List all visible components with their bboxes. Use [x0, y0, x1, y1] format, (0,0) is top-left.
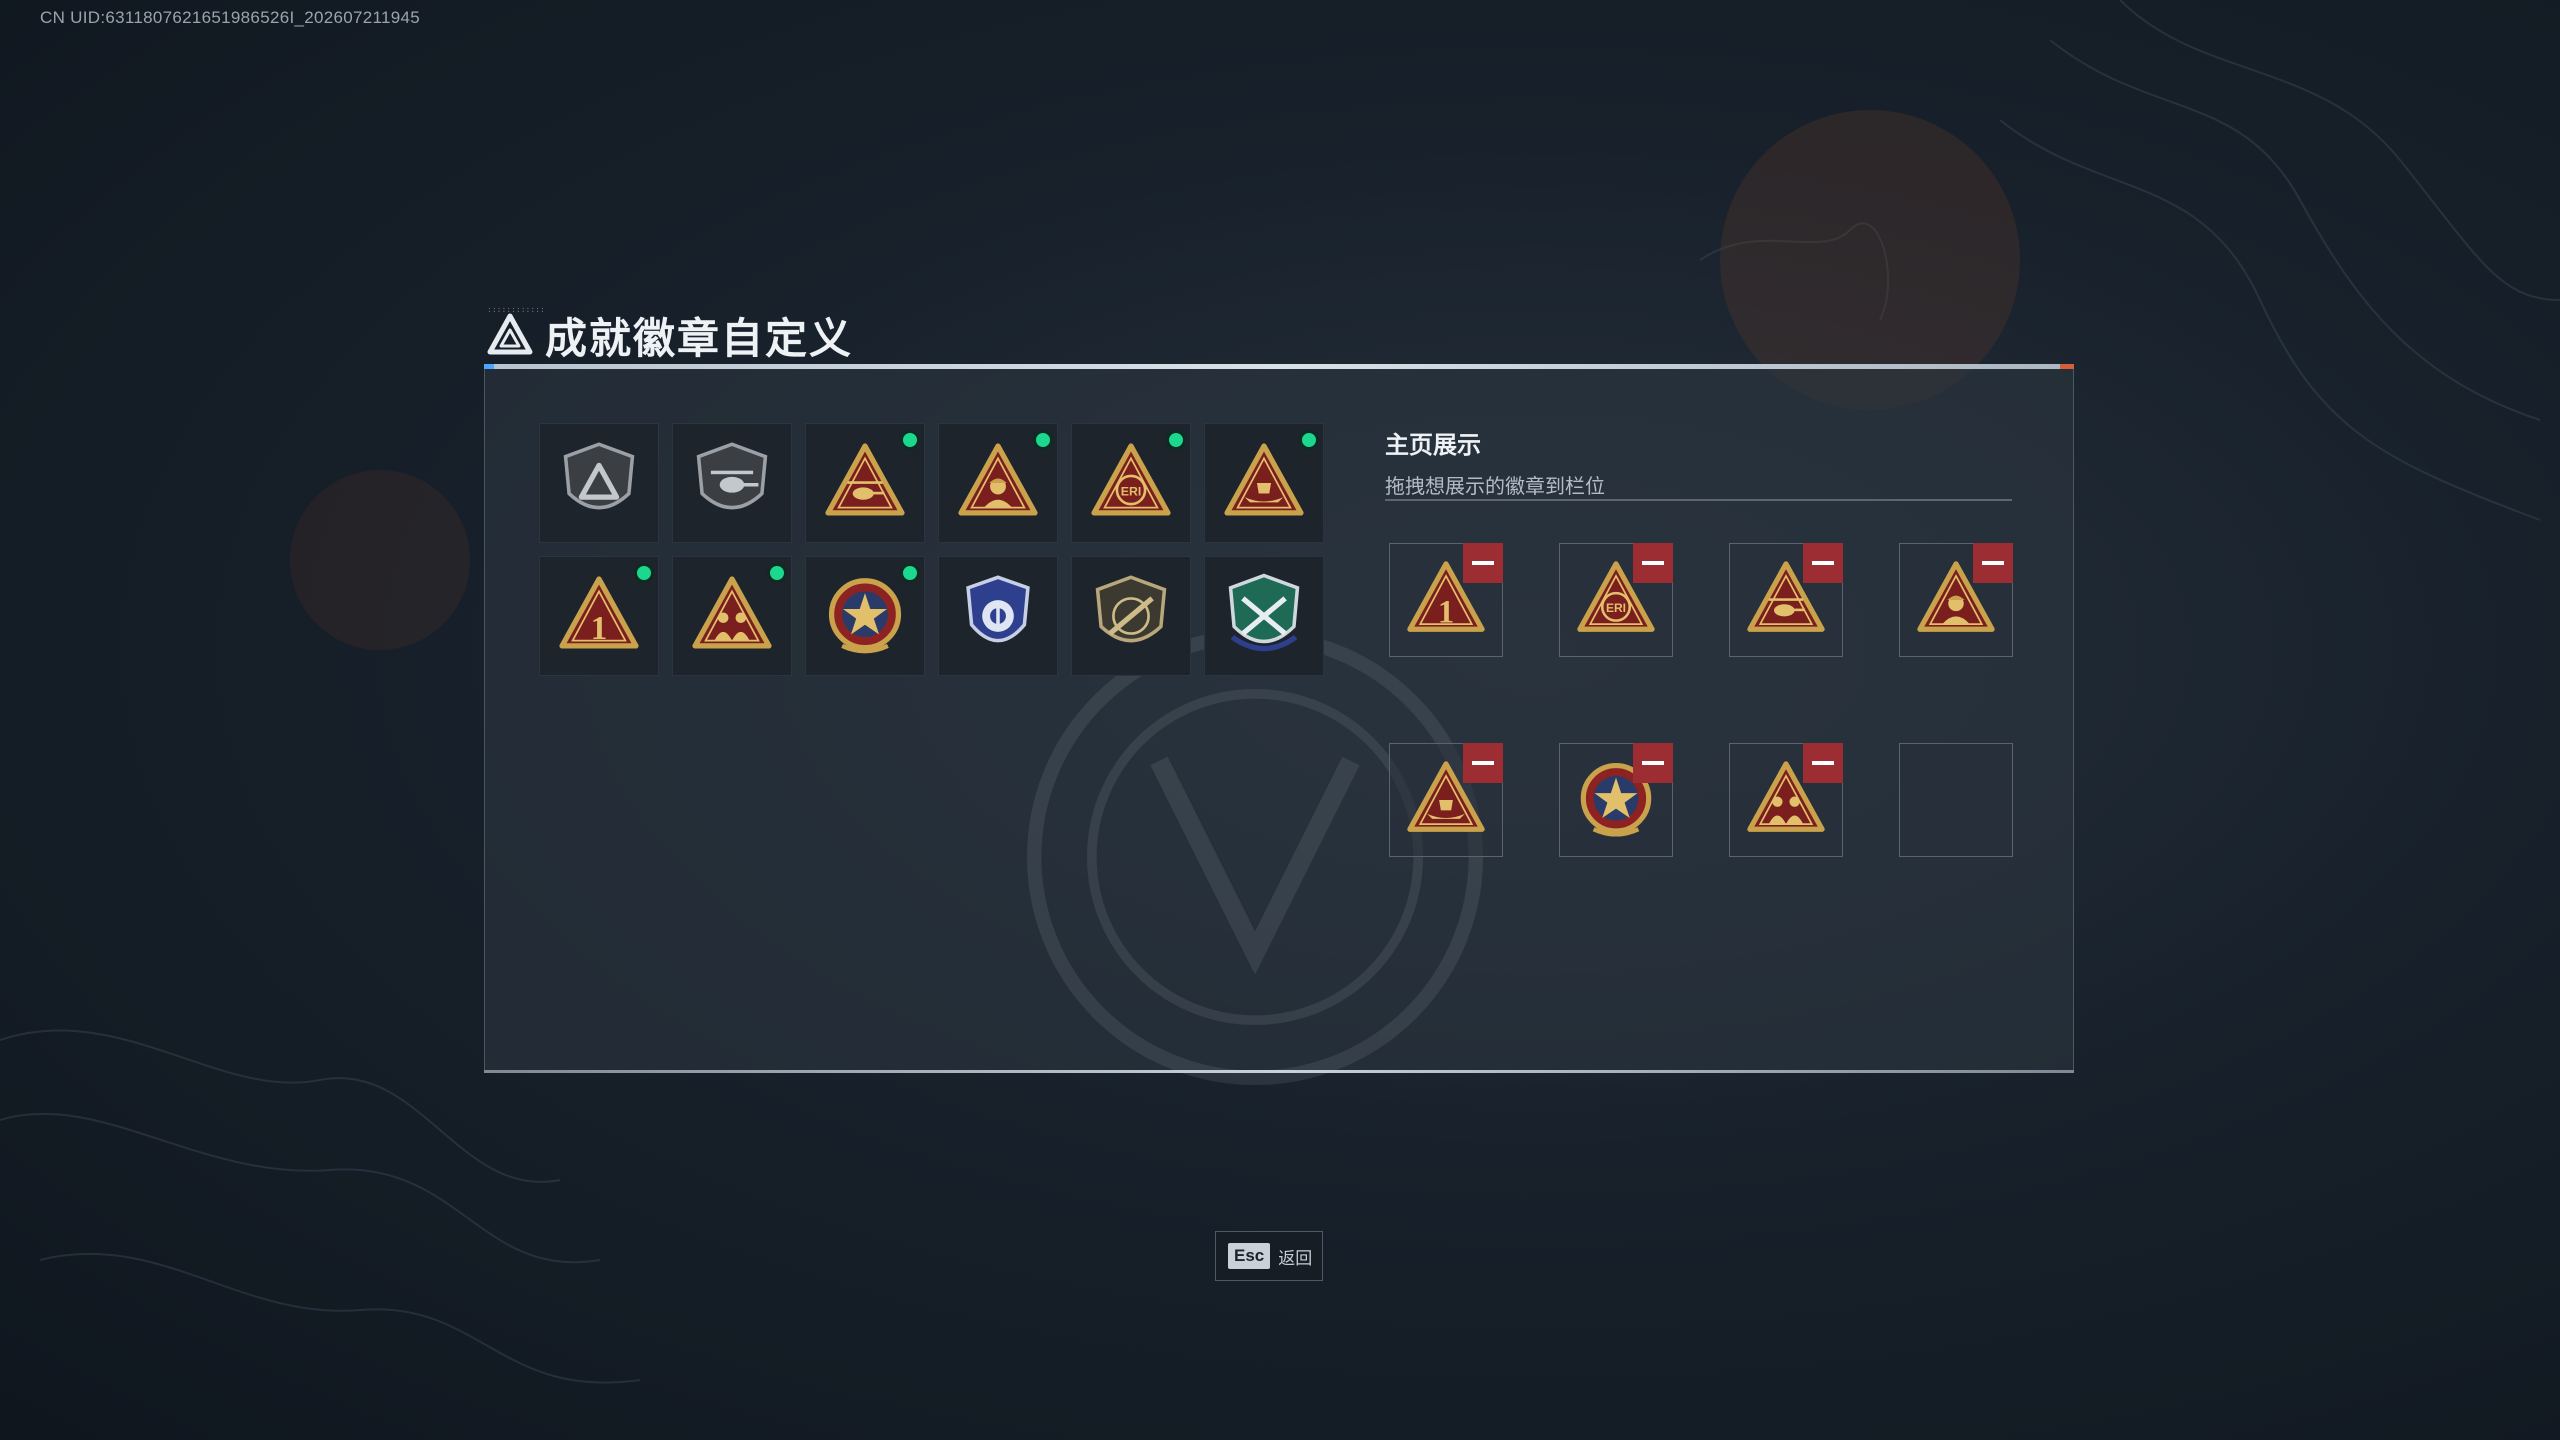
- page-title: 成就徽章自定义: [545, 314, 854, 362]
- back-button[interactable]: Esc 返回: [1215, 1231, 1323, 1281]
- badge-item[interactable]: [1204, 556, 1324, 676]
- showcase-slot[interactable]: [1729, 743, 1843, 857]
- showcase-slot[interactable]: 1: [1389, 543, 1503, 657]
- minus-icon: [1982, 561, 2004, 565]
- showcase-slot[interactable]: [1389, 743, 1503, 857]
- badge-item[interactable]: 1: [539, 556, 659, 676]
- remove-badge-button[interactable]: [1463, 743, 1503, 783]
- badge-item[interactable]: [672, 556, 792, 676]
- badge-item[interactable]: [539, 423, 659, 543]
- gold-triangle-boat-icon: [1224, 443, 1304, 516]
- badge-item[interactable]: [805, 556, 925, 676]
- back-label: 返回: [1278, 1248, 1313, 1268]
- owned-badges-grid: ERI 1: [539, 423, 1324, 676]
- gold-triangle-squad-icon: [692, 576, 772, 649]
- minus-icon: [1472, 561, 1494, 565]
- new-indicator-dot: [1033, 430, 1053, 450]
- new-indicator-dot: [1166, 430, 1186, 450]
- badge-item[interactable]: [805, 423, 925, 543]
- rifle-shield-icon: [1095, 575, 1167, 643]
- star-medal-icon: [828, 578, 902, 654]
- svg-text:ERI: ERI: [1121, 484, 1142, 498]
- uid-label: CN UID:6311807621651986526I_202607211945: [40, 8, 421, 27]
- showcase-slot[interactable]: [1899, 543, 2013, 657]
- new-indicator-dot: [900, 563, 920, 583]
- minus-icon: [1642, 561, 1664, 565]
- new-indicator-dot: [900, 430, 920, 450]
- shield-triangle-icon: [563, 442, 635, 510]
- green-crossed-rifles-shield-icon: [1228, 573, 1300, 652]
- empty-showcase-slot[interactable]: [1899, 743, 2013, 857]
- showcase-subtitle: 拖拽想展示的徽章到栏位: [1385, 476, 1605, 498]
- gold-triangle-soldier-icon: [958, 443, 1038, 516]
- remove-badge-button[interactable]: [1803, 543, 1843, 583]
- badge-item[interactable]: [938, 423, 1058, 543]
- remove-badge-button[interactable]: [1973, 543, 2013, 583]
- gold-triangle-eri-globe-icon: ERI: [1091, 443, 1171, 516]
- badge-item[interactable]: [938, 556, 1058, 676]
- gold-triangle-number-one-icon: 1: [559, 576, 639, 649]
- gold-triangle-helicopter-icon: [825, 443, 905, 516]
- svg-text:1: 1: [1438, 594, 1454, 630]
- showcase-header: 主页展示 拖拽想展示的徽章到栏位: [1385, 425, 1605, 499]
- faint-emblem-watermark: [1027, 629, 1483, 1085]
- badge-item[interactable]: ERI: [1071, 423, 1191, 543]
- showcase-divider: [1385, 499, 2012, 501]
- new-indicator-dot: [1299, 430, 1319, 450]
- remove-badge-button[interactable]: [1633, 543, 1673, 583]
- minus-icon: [1812, 761, 1834, 765]
- showcase-slot[interactable]: [1559, 743, 1673, 857]
- helicopter-shield-icon: [696, 442, 768, 510]
- svg-text:ERI: ERI: [1606, 601, 1626, 615]
- svg-text:1: 1: [591, 610, 608, 647]
- new-indicator-dot: [634, 563, 654, 583]
- minus-icon: [1472, 761, 1494, 765]
- panel-top-bar: [484, 364, 2074, 369]
- minus-icon: [1642, 761, 1664, 765]
- badge-item[interactable]: [1071, 556, 1191, 676]
- page-header: 成就徽章自定义: [487, 305, 853, 365]
- remove-badge-button[interactable]: [1803, 743, 1843, 783]
- minus-icon: [1812, 561, 1834, 565]
- remove-badge-button[interactable]: [1633, 743, 1673, 783]
- badge-item[interactable]: [672, 423, 792, 543]
- triangle-logo-icon: [487, 313, 533, 355]
- badge-customize-panel: ERI 1 主页展示 拖拽想展示的徽章到栏位 1 ERI: [484, 364, 2074, 1085]
- showcase-slot[interactable]: [1729, 543, 1843, 657]
- blue-police-badge-icon: [966, 575, 1030, 643]
- remove-badge-button[interactable]: [1463, 543, 1503, 583]
- showcase-title: 主页展示: [1385, 432, 1481, 459]
- badge-item[interactable]: [1204, 423, 1324, 543]
- esc-key-hint: Esc: [1228, 1243, 1271, 1269]
- new-indicator-dot: [767, 563, 787, 583]
- showcase-slot[interactable]: ERI: [1559, 543, 1673, 657]
